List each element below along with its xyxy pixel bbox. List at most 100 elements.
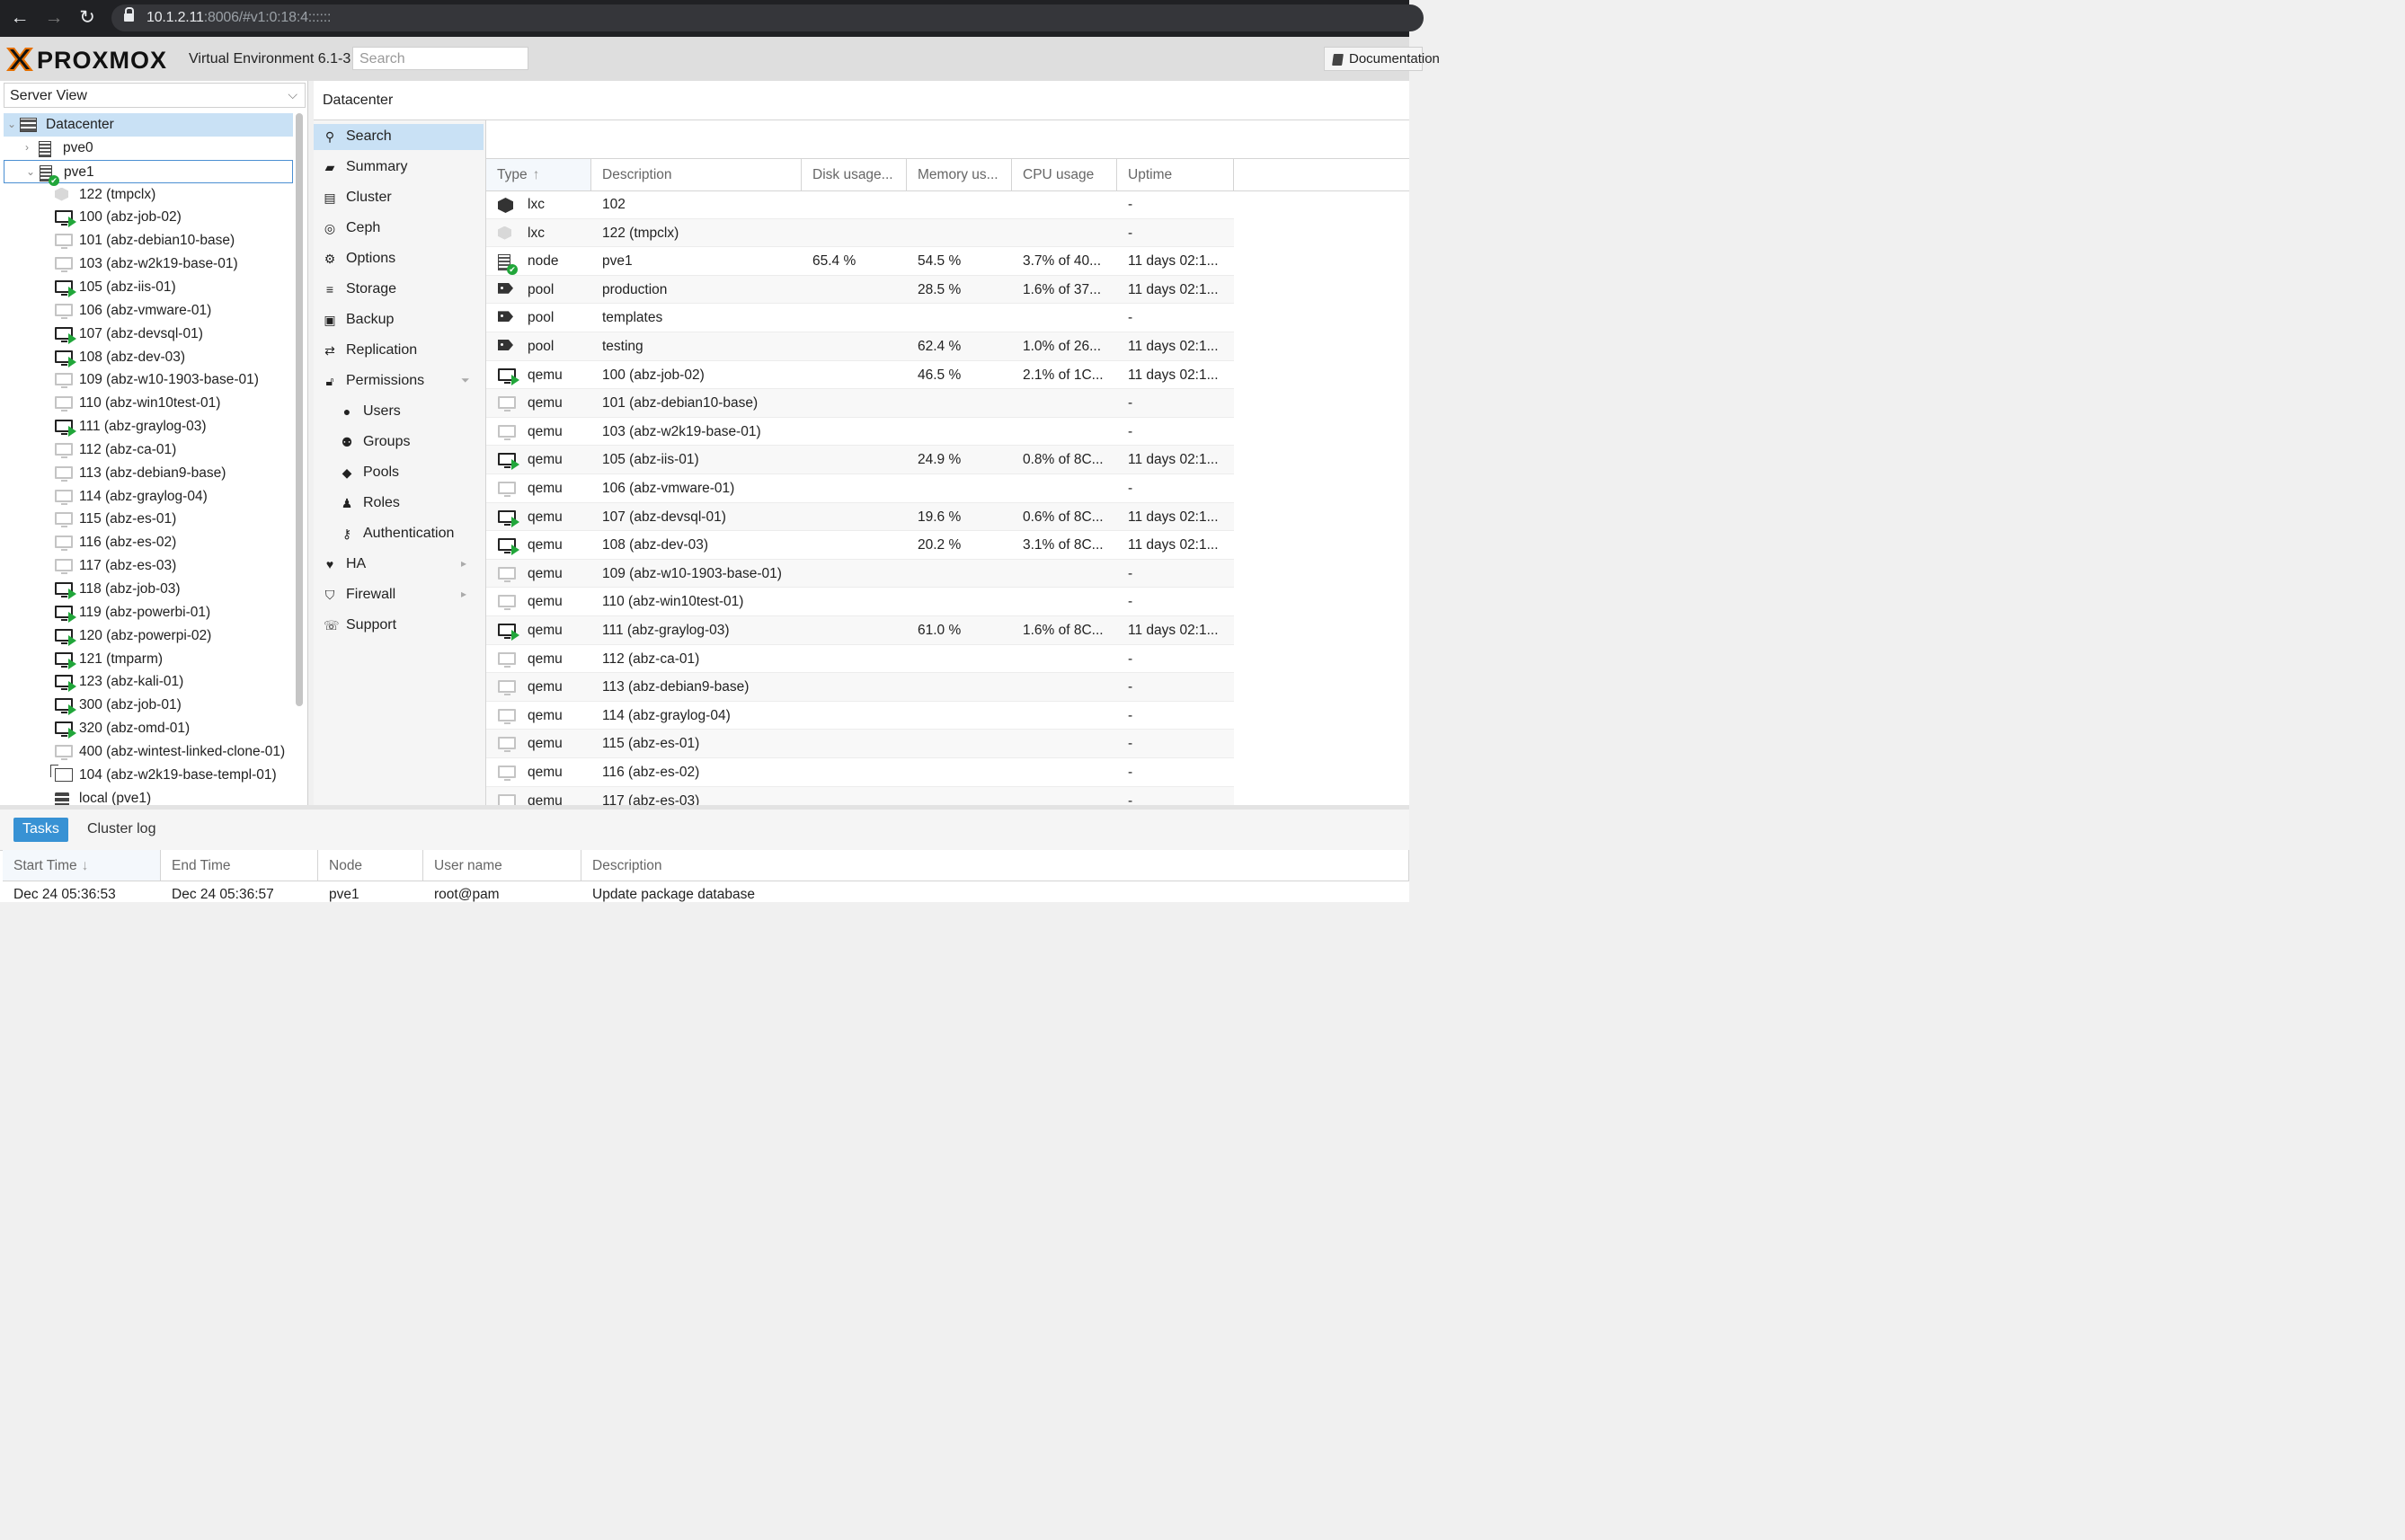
tree-item[interactable]: 104 (abz-w2k19-base-templ-01) <box>4 764 293 787</box>
menu-item-ceph[interactable]: ◎ Ceph <box>314 216 484 242</box>
column-header-2[interactable]: Disk usage... <box>802 159 907 190</box>
tree-item[interactable]: 108 (abz-dev-03) <box>4 346 293 369</box>
tab-tasks[interactable]: Tasks <box>13 818 68 842</box>
menu-item-cluster[interactable]: ▤ Cluster <box>314 185 484 211</box>
menu-item-authentication[interactable]: ⚷ Authentication <box>314 521 484 547</box>
tree-item[interactable]: 112 (abz-ca-01) <box>4 438 293 462</box>
search-input[interactable]: Search <box>352 47 528 70</box>
forward-arrow-icon[interactable]: → <box>42 7 66 29</box>
table-row[interactable]: qemu 109 (abz-w10-1903-base-01) - <box>486 559 1234 589</box>
tree-item[interactable]: ⌄ pve1 <box>4 159 293 186</box>
table-row[interactable]: qemu 114 (abz-graylog-04) - <box>486 702 1234 730</box>
table-row[interactable]: qemu 108 (abz-dev-03) 20.2 % 3.1% of 8C... 1… <box>486 531 1234 560</box>
menu-item-options[interactable]: ⚙ Options <box>314 246 484 272</box>
task-cell-end[interactable]: Dec 24 05:36:57 <box>172 887 274 903</box>
tree-item[interactable]: 111 (abz-graylog-03) <box>4 415 293 438</box>
menu-item-ha[interactable]: ♥ HA ▸ <box>314 552 484 578</box>
menu-item-permissions[interactable]: 🔓︎ Permissions ⏷ <box>314 368 484 394</box>
table-row[interactable]: qemu 117 (abz-es-03) - <box>486 786 1234 805</box>
tree-item[interactable]: 123 (abz-kali-01) <box>4 670 293 694</box>
expand-down-icon[interactable]: ⌄ <box>26 165 35 178</box>
tree-item[interactable]: 122 (tmpclx) <box>4 183 293 207</box>
documentation-button[interactable]: Documentation <box>1324 47 1440 71</box>
menu-item-pools[interactable]: ◆ Pools <box>314 460 484 486</box>
task-column-header-0[interactable]: Start Time ↓ <box>3 850 161 881</box>
table-row[interactable]: qemu 100 (abz-job-02) 46.5 % 2.1% of 1C... 1… <box>486 361 1234 390</box>
column-header-4[interactable]: CPU usage <box>1012 159 1117 190</box>
table-row[interactable]: qemu 110 (abz-win10test-01) - <box>486 588 1234 616</box>
column-header-3[interactable]: Memory us... <box>907 159 1012 190</box>
table-row[interactable]: qemu 101 (abz-debian10-base) - <box>486 389 1234 418</box>
tree-item[interactable]: local (pve1) <box>4 787 293 805</box>
table-row[interactable]: qemu 103 (abz-w2k19-base-01) - <box>486 418 1234 447</box>
menu-item-search[interactable]: ⚲ Search <box>314 124 484 150</box>
table-row[interactable]: qemu 105 (abz-iis-01) 24.9 % 0.8% of 8C... 1… <box>486 446 1234 474</box>
task-column-header-1[interactable]: End Time <box>161 850 318 881</box>
table-row[interactable]: qemu 106 (abz-vmware-01) - <box>486 474 1234 503</box>
tree-item[interactable]: › pve0 <box>4 137 293 160</box>
tree-item[interactable]: 113 (abz-debian9-base) <box>4 462 293 485</box>
task-cell-user[interactable]: root@pam <box>434 887 500 903</box>
table-row[interactable]: pool testing 62.4 % 1.0% of 26... 11 days 02… <box>486 332 1234 361</box>
table-row[interactable]: qemu 107 (abz-devsql-01) 19.6 % 0.6% of 8C.… <box>486 502 1234 532</box>
tree-item[interactable]: 100 (abz-job-02) <box>4 206 293 229</box>
expand-down-icon[interactable]: ⌄ <box>7 118 16 130</box>
tree-item[interactable]: 105 (abz-iis-01) <box>4 276 293 299</box>
task-column-header-2[interactable]: Node <box>318 850 423 881</box>
reload-icon[interactable]: ↻ <box>75 7 99 29</box>
expand-right-icon[interactable]: › <box>25 141 29 154</box>
tree-item[interactable]: 103 (abz-w2k19-base-01) <box>4 252 293 276</box>
book-icon <box>1332 54 1344 66</box>
menu-item-support[interactable]: ☏ Support <box>314 613 484 639</box>
table-row[interactable]: node pve1 65.4 % 54.5 % 3.7% of 40... 11 days… <box>486 247 1234 276</box>
address-bar[interactable]: 10.1.2.11:8006/#v1:0:18:4:::::: <box>111 4 1424 31</box>
tree-scrollbar[interactable] <box>296 113 303 706</box>
tree-item[interactable]: 109 (abz-w10-1903-base-01) <box>4 368 293 392</box>
task-cell-start[interactable]: Dec 24 05:36:53 <box>13 887 116 903</box>
tree-item[interactable]: 117 (abz-es-03) <box>4 554 293 578</box>
tree-item[interactable]: 400 (abz-wintest-linked-clone-01) <box>4 740 293 764</box>
tree-item[interactable]: 120 (abz-powerpi-02) <box>4 624 293 648</box>
tree-item[interactable]: 300 (abz-job-01) <box>4 694 293 717</box>
menu-item-storage[interactable]: ≡ Storage <box>314 277 484 303</box>
tree-item[interactable]: 119 (abz-powerbi-01) <box>4 601 293 624</box>
task-cell-node[interactable]: pve1 <box>329 887 359 903</box>
task-column-header-3[interactable]: User name <box>423 850 581 881</box>
tree-item[interactable]: 320 (abz-omd-01) <box>4 717 293 740</box>
table-row[interactable]: qemu 113 (abz-debian9-base) - <box>486 673 1234 702</box>
menu-item-replication[interactable]: ⇄ Replication <box>314 338 484 364</box>
tree-item[interactable]: 110 (abz-win10test-01) <box>4 392 293 415</box>
menu-item-summary[interactable]: ▰ Summary <box>314 155 484 181</box>
tree-item[interactable]: 114 (abz-graylog-04) <box>4 485 293 509</box>
view-selector[interactable]: Server View ⌵ <box>4 83 306 108</box>
tree-item[interactable]: 107 (abz-devsql-01) <box>4 323 293 346</box>
table-row[interactable]: lxc 122 (tmpclx) - <box>486 218 1234 248</box>
task-cell-description[interactable]: Update package database <box>592 887 755 903</box>
column-header-1[interactable]: Description <box>591 159 802 190</box>
menu-item-roles[interactable]: ♟ Roles <box>314 491 484 517</box>
menu-item-backup[interactable]: ▣ Backup <box>314 307 484 333</box>
tree-item[interactable]: 116 (abz-es-02) <box>4 531 293 554</box>
tree-item[interactable]: 115 (abz-es-01) <box>4 508 293 531</box>
column-header-5[interactable]: Uptime <box>1117 159 1234 190</box>
back-arrow-icon[interactable]: ← <box>8 7 31 29</box>
tree-item[interactable]: 121 (tmparm) <box>4 648 293 671</box>
column-header-0[interactable]: Type ↑ <box>486 159 591 190</box>
table-row[interactable]: pool production 28.5 % 1.6% of 37... 11 days… <box>486 275 1234 305</box>
menu-item-firewall[interactable]: ⛉ Firewall ▸ <box>314 582 484 608</box>
table-row[interactable]: qemu 116 (abz-es-02) - <box>486 758 1234 787</box>
table-row[interactable]: pool templates - <box>486 304 1234 332</box>
grid-body[interactable]: lxc 102 - lxc 122 (tmpclx) - node pve1 65.4 % 54.… <box>486 190 1409 805</box>
tree-item[interactable]: 118 (abz-job-03) <box>4 578 293 601</box>
tab-cluster-log[interactable]: Cluster log <box>78 818 164 842</box>
task-column-header-4[interactable]: Description <box>581 850 1409 881</box>
table-row[interactable]: lxc 102 - <box>486 190 1234 219</box>
table-row[interactable]: qemu 111 (abz-graylog-03) 61.0 % 1.6% of 8C… <box>486 616 1234 645</box>
tree-item[interactable]: ⌄ Datacenter <box>4 113 293 137</box>
tree-item[interactable]: 106 (abz-vmware-01) <box>4 299 293 323</box>
table-row[interactable]: qemu 115 (abz-es-01) - <box>486 730 1234 758</box>
menu-item-users[interactable]: ● Users <box>314 399 484 425</box>
table-row[interactable]: qemu 112 (abz-ca-01) - <box>486 645 1234 674</box>
menu-item-groups[interactable]: ⚉ Groups <box>314 429 484 456</box>
tree-item[interactable]: 101 (abz-debian10-base) <box>4 229 293 252</box>
